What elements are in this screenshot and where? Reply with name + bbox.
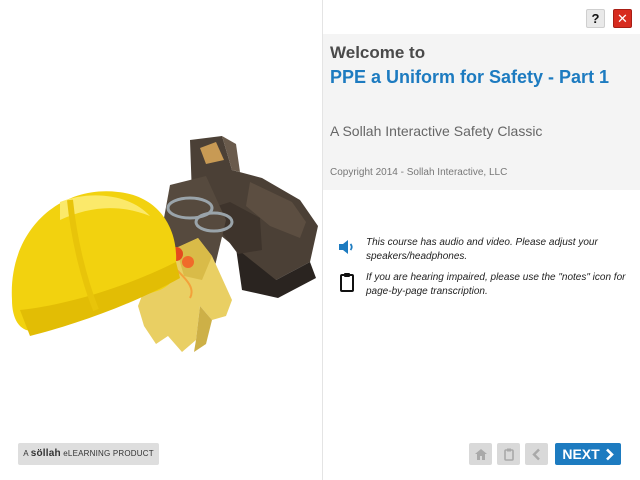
- next-button[interactable]: NEXT: [555, 443, 621, 465]
- audio-notice: This course has audio and video. Please …: [336, 236, 636, 264]
- left-panel: A söllah eLEARNING PRODUCT: [0, 0, 322, 480]
- audio-notice-text: This course has audio and video. Please …: [366, 237, 598, 262]
- copyright-text: Copyright 2014 - Sollah Interactive, LLC: [330, 167, 508, 178]
- course-subtitle: A Sollah Interactive Safety Classic: [330, 123, 543, 139]
- notes-button[interactable]: [497, 443, 520, 465]
- ppe-photo: [11, 136, 318, 352]
- brand-name: söllah: [30, 448, 61, 459]
- clipboard-icon: [503, 448, 514, 461]
- next-label: NEXT: [562, 446, 600, 462]
- brand-suffix: eLEARNING PRODUCT: [60, 449, 154, 458]
- bottom-navigation: NEXT: [469, 443, 621, 465]
- help-icon: ?: [591, 11, 600, 26]
- welcome-heading: Welcome to: [330, 43, 426, 62]
- back-button[interactable]: [525, 443, 548, 465]
- home-icon: [474, 448, 487, 460]
- notes-notice-text: If you are hearing impaired, please use …: [366, 272, 626, 297]
- close-button[interactable]: ✕: [613, 9, 632, 28]
- chevron-right-icon: [605, 448, 614, 460]
- top-actions: ? ✕: [586, 9, 632, 28]
- brand-prefix: A: [23, 449, 31, 458]
- close-icon: ✕: [617, 11, 628, 26]
- right-panel: ? ✕ Welcome to PPE a Uniform for Safety …: [323, 0, 640, 480]
- home-button[interactable]: [469, 443, 492, 465]
- clipboard-icon: [336, 271, 358, 293]
- brand-badge: A söllah eLEARNING PRODUCT: [18, 443, 159, 465]
- speaker-icon: [336, 236, 358, 258]
- notes-notice: If you are hearing impaired, please use …: [336, 271, 636, 299]
- chevron-left-icon: [532, 448, 540, 460]
- help-button[interactable]: ?: [586, 9, 605, 28]
- course-title: PPE a Uniform for Safety - Part 1: [330, 67, 610, 87]
- title-card: Welcome to PPE a Uniform for Safety - Pa…: [323, 34, 640, 190]
